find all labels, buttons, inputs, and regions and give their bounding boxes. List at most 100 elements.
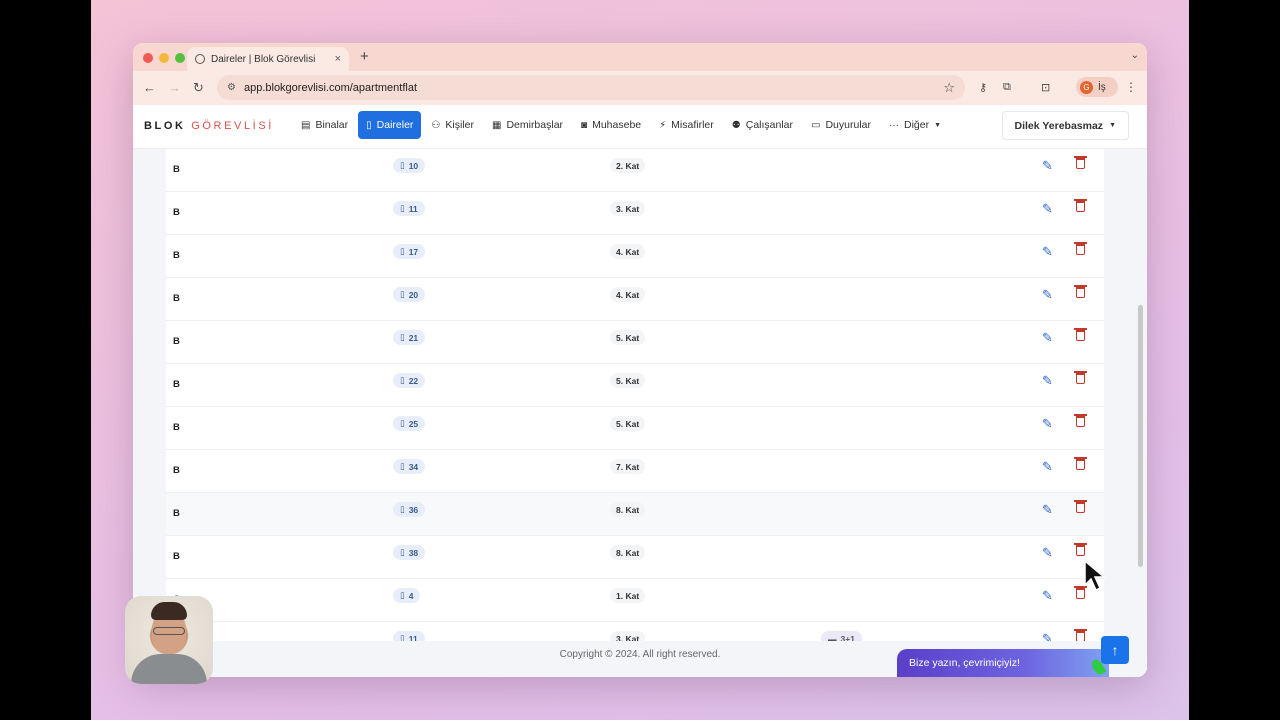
brand-logo[interactable]: BLOK GÖREVLİSİ xyxy=(144,120,274,132)
floor-badge: 5. Kat xyxy=(610,373,646,388)
delete-trash-icon[interactable] xyxy=(1074,414,1087,430)
nav-binalar[interactable]: ▤ Binalar xyxy=(293,111,356,139)
delete-trash-icon[interactable] xyxy=(1074,371,1087,387)
nav-label: Duyurular xyxy=(825,119,871,131)
back-arrow-icon[interactable]: ← xyxy=(143,80,156,95)
edit-pencil-icon[interactable]: ✎ xyxy=(1042,330,1053,346)
flat-number-badge: ▯ 10 xyxy=(393,158,426,173)
scrollbar-thumb[interactable] xyxy=(1138,305,1143,567)
scroll-to-top-button[interactable]: ↑ xyxy=(1101,636,1129,664)
password-key-icon[interactable]: ⚷ xyxy=(979,81,987,94)
reload-icon[interactable]: ↻ xyxy=(193,80,204,96)
screenshot-icon[interactable]: ⊡ xyxy=(1041,81,1050,94)
table-row: B ▯ 22 5. Kat ✎ xyxy=(166,364,1104,407)
delete-trash-icon[interactable] xyxy=(1074,543,1087,559)
site-settings-icon[interactable]: ⚙ xyxy=(227,82,236,93)
delete-trash-icon[interactable] xyxy=(1074,285,1087,301)
address-bar[interactable]: ⚙ app.blokgorevlisi.com/apartmentflat ☆ xyxy=(217,75,965,100)
extensions-icon[interactable]: ⧉ xyxy=(1003,81,1011,94)
delete-trash-icon[interactable] xyxy=(1074,629,1087,641)
edit-pencil-icon[interactable]: ✎ xyxy=(1042,416,1053,432)
new-tab-button[interactable]: + xyxy=(360,48,369,65)
nav-duyurular[interactable]: ▭ Duyurular xyxy=(803,111,879,139)
close-window-button[interactable] xyxy=(143,53,153,63)
browser-window: Daireler | Blok Görevlisi × + ⌄ ← → ↻ ⚙ … xyxy=(133,43,1147,677)
edit-pencil-icon[interactable]: ✎ xyxy=(1042,158,1053,174)
minimize-window-button[interactable] xyxy=(159,53,169,63)
table-row: B ▯ 17 4. Kat ✎ xyxy=(166,235,1104,278)
nav-label: Diğer xyxy=(904,119,930,131)
building-icon: ▤ xyxy=(301,119,311,131)
maximize-window-button[interactable] xyxy=(175,53,185,63)
webcam-overlay xyxy=(125,596,213,684)
nav-muhasebe[interactable]: ◙ Muhasebe xyxy=(573,111,649,139)
door-icon: ▯ xyxy=(400,633,405,641)
url-text: app.blokgorevlisi.com/apartmentflat xyxy=(243,81,417,94)
nav-demirbaslar[interactable]: ▦ Demirbaşlar xyxy=(484,111,571,139)
nav-diger[interactable]: ··· Diğer ▼ xyxy=(881,111,949,139)
user-menu-button[interactable]: Dilek Yerebasmaz ▼ xyxy=(1001,111,1129,140)
delete-trash-icon[interactable] xyxy=(1074,457,1087,473)
edit-pencil-icon[interactable]: ✎ xyxy=(1042,502,1053,518)
block-cell: B xyxy=(173,250,180,261)
flat-number: 4 xyxy=(408,590,414,601)
block-cell: B xyxy=(173,293,180,304)
nav-misafirler[interactable]: ⚡ Misafirler xyxy=(651,111,722,139)
door-icon: ▯ xyxy=(400,461,405,471)
floor-badge: 7. Kat xyxy=(610,459,646,474)
nav-label: Kişiler xyxy=(445,119,474,131)
bookmark-star-icon[interactable]: ☆ xyxy=(943,80,955,96)
table-row: B ▯ 21 5. Kat ✎ xyxy=(166,321,1104,364)
door-icon: ▯ xyxy=(400,246,405,256)
edit-pencil-icon[interactable]: ✎ xyxy=(1042,201,1053,217)
door-icon: ▯ xyxy=(400,590,405,600)
table-icon: ▦ xyxy=(491,119,502,131)
delete-trash-icon[interactable] xyxy=(1074,242,1087,258)
edit-pencil-icon[interactable]: ✎ xyxy=(1042,545,1053,561)
edit-pencil-icon[interactable]: ✎ xyxy=(1042,588,1053,604)
profile-button[interactable]: G İş xyxy=(1076,77,1118,97)
flat-number: 11 xyxy=(408,203,418,214)
chat-widget[interactable]: Bize yazın, çevrimiçiyiz! xyxy=(897,649,1109,677)
forward-arrow-icon[interactable]: → xyxy=(168,80,181,95)
arrow-up-icon: ↑ xyxy=(1111,642,1119,658)
nav-calisanlar[interactable]: ⚉ Çalışanlar xyxy=(724,111,801,139)
edit-pencil-icon[interactable]: ✎ xyxy=(1042,459,1053,475)
flat-type-badge: ▬ 3+1 xyxy=(821,631,862,641)
tab-search-chevron-icon[interactable]: ⌄ xyxy=(1131,50,1139,61)
delete-trash-icon[interactable] xyxy=(1074,500,1087,516)
chat-label: Bize yazın, çevrimiçiyiz! xyxy=(909,657,1020,669)
block-cell: B xyxy=(173,551,180,562)
flat-number-badge: ▯ 38 xyxy=(393,545,426,560)
delete-trash-icon[interactable] xyxy=(1074,156,1087,172)
edit-pencil-icon[interactable]: ✎ xyxy=(1042,244,1053,260)
table-row: B ▯ 36 8. Kat ✎ xyxy=(166,493,1104,536)
flat-number: 10 xyxy=(408,160,419,171)
floor-badge: 1. Kat xyxy=(610,588,646,603)
flat-number-badge: ▯ 22 xyxy=(393,373,426,388)
globe-icon xyxy=(195,54,205,64)
edit-pencil-icon[interactable]: ✎ xyxy=(1042,373,1053,389)
tab-close-icon[interactable]: × xyxy=(335,53,341,65)
browser-menu-icon[interactable]: ⋮ xyxy=(1125,80,1137,94)
flat-number-badge: ▯ 11 xyxy=(393,631,425,641)
walk-icon: ⚡ xyxy=(659,119,667,131)
edit-pencil-icon[interactable]: ✎ xyxy=(1042,631,1053,641)
door-icon: ▯ xyxy=(400,160,405,170)
block-cell: B xyxy=(173,508,180,519)
flat-number-badge: ▯ 11 xyxy=(393,201,425,216)
door-icon: ▯ xyxy=(400,375,405,385)
nav-daireler[interactable]: ▯ Daireler xyxy=(358,111,422,139)
caret-down-icon: ▼ xyxy=(1109,122,1116,129)
floor-badge: 4. Kat xyxy=(610,244,646,259)
flat-type: 3+1 xyxy=(840,633,855,642)
block-cell: B xyxy=(173,336,180,347)
table-row: C▯113. Kat▬3+1✎ xyxy=(166,622,1104,641)
delete-trash-icon[interactable] xyxy=(1074,199,1087,215)
delete-trash-icon[interactable] xyxy=(1074,328,1087,344)
edit-pencil-icon[interactable]: ✎ xyxy=(1042,287,1053,303)
floor-badge: 2. Kat xyxy=(610,158,646,173)
browser-tab[interactable]: Daireler | Blok Görevlisi × xyxy=(187,47,349,71)
door-icon: ▯ xyxy=(400,332,405,342)
nav-kisiler[interactable]: ⚇ Kişiler xyxy=(423,111,482,139)
